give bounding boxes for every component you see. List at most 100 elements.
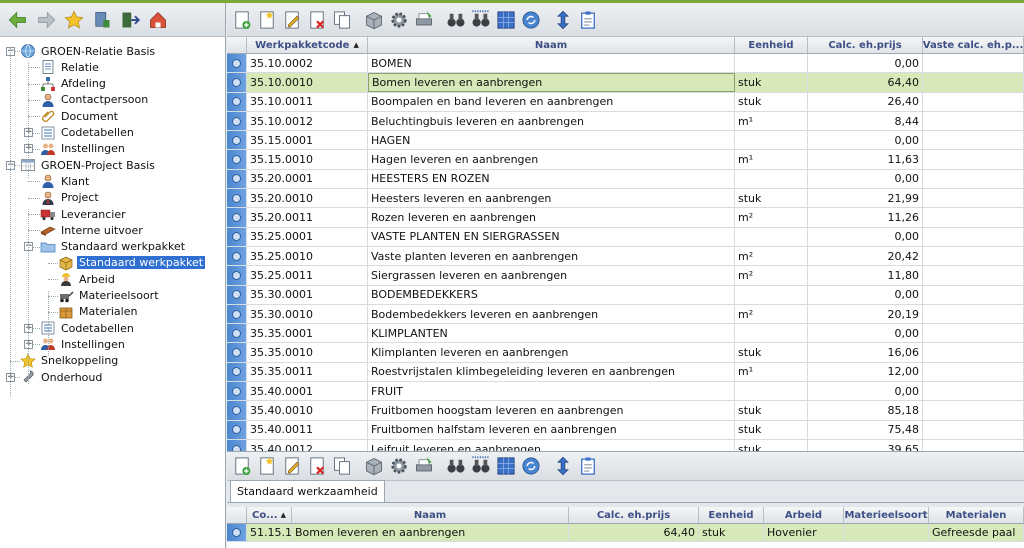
print-icon[interactable] <box>412 454 436 478</box>
table-row[interactable]: 35.35.0011 Roestvrijstalen klimbegeleidin… <box>227 362 1024 383</box>
favorite-star-icon[interactable] <box>62 8 86 32</box>
row-indicator-icon[interactable] <box>227 150 247 169</box>
table-row[interactable]: 35.20.0011 Rozen leveren en aanbrengen m² 1… <box>227 208 1024 228</box>
column-header[interactable]: Eenheid <box>735 37 808 53</box>
grid-icon[interactable] <box>494 8 518 32</box>
cube-icon[interactable] <box>362 8 386 32</box>
table-row[interactable]: 35.40.0011 Fruitbomen halfstam leveren en… <box>227 420 1024 440</box>
new-icon[interactable] <box>230 454 254 478</box>
tree-item[interactable]: Standaard werkpakket <box>58 255 206 271</box>
copy-icon[interactable] <box>330 8 354 32</box>
table-row[interactable]: 35.10.0011 Boompalen en band leveren en a… <box>227 92 1024 112</box>
print-icon[interactable] <box>412 8 436 32</box>
row-indicator-icon[interactable] <box>227 131 247 150</box>
sort-icon[interactable] <box>551 454 575 478</box>
row-indicator-icon[interactable] <box>227 420 247 439</box>
exit-icon[interactable] <box>118 8 142 32</box>
table-row[interactable]: 35.30.0001 BODEMBEDEKKERS 0,00 <box>227 285 1024 305</box>
grid-icon[interactable] <box>494 454 518 478</box>
column-header[interactable]: Arbeid <box>764 507 844 523</box>
table-row[interactable]: 35.10.0010 Bomen leveren en aanbrengen stu… <box>227 73 1024 93</box>
row-indicator-icon[interactable] <box>227 227 247 246</box>
row-indicator-icon[interactable] <box>227 73 247 92</box>
back-arrow-icon[interactable] <box>6 8 30 32</box>
column-header[interactable]: Werkpakketcode ▲ <box>247 37 368 53</box>
table-row[interactable]: 35.15.0001 HAGEN 0,00 <box>227 131 1024 151</box>
refresh-icon[interactable] <box>519 8 543 32</box>
tree-item[interactable]: GROEN-Project Basis <box>20 157 157 173</box>
tree-item[interactable]: Klant <box>40 173 91 189</box>
row-indicator-icon[interactable] <box>227 285 247 304</box>
row-indicator-icon[interactable] <box>227 189 247 208</box>
tree-item[interactable]: Snelkoppeling <box>20 352 120 369</box>
tree-item[interactable]: Instellingen <box>40 336 127 352</box>
tree-item[interactable]: Codetabellen <box>40 125 136 141</box>
tree-item[interactable]: Leverancier <box>40 206 128 222</box>
report-icon[interactable] <box>90 8 114 32</box>
column-header[interactable]: Eenheid <box>699 507 764 523</box>
table-row[interactable]: 35.20.0001 HEESTERS EN ROZEN 0,00 <box>227 169 1024 190</box>
row-indicator-icon[interactable] <box>227 382 247 401</box>
tree-item[interactable]: Standaard werkpakket <box>40 239 187 255</box>
tree-item[interactable]: GROEN-Relatie Basis <box>20 43 157 59</box>
copy-icon[interactable] <box>330 454 354 478</box>
table-row[interactable]: 35.35.0001 KLIMPLANTEN 0,00 <box>227 324 1024 344</box>
column-header[interactable]: Calc. eh.prijs <box>569 507 699 523</box>
table-row[interactable]: 35.15.0010 Hagen leveren en aanbrengen m¹ 1… <box>227 150 1024 170</box>
column-header[interactable]: Vaste calc. eh.p... <box>923 37 1024 53</box>
tree-item[interactable]: Codetabellen <box>40 320 136 336</box>
row-indicator-icon[interactable] <box>227 111 247 131</box>
cube-icon[interactable] <box>362 454 386 478</box>
binoculars-icon[interactable] <box>444 8 468 32</box>
table-row[interactable]: 35.40.0012 Leifruit leveren en aanbrengen… <box>227 439 1024 451</box>
gear-icon[interactable] <box>387 454 411 478</box>
table-row[interactable]: 35.10.0002 BOMEN 0,00 <box>227 54 1024 74</box>
row-indicator-icon[interactable] <box>227 362 247 382</box>
new-icon[interactable] <box>230 8 254 32</box>
tab-standaard-werkzaamheid[interactable]: Standaard werkzaamheid <box>230 480 385 502</box>
table-row[interactable]: 35.25.0010 Vaste planten leveren en aanbr… <box>227 246 1024 267</box>
table-row[interactable]: 35.25.0011 Siergrassen leveren en aanbren… <box>227 266 1024 286</box>
binoculars-icon[interactable] <box>444 454 468 478</box>
tree-item[interactable]: Materieelsoort <box>58 288 161 304</box>
refresh-icon[interactable] <box>519 454 543 478</box>
row-indicator-icon[interactable] <box>227 304 247 324</box>
row-indicator-icon[interactable] <box>227 169 247 189</box>
tree-item[interactable]: Materialen <box>58 304 139 320</box>
table-row[interactable]: 35.40.0001 FRUIT 0,00 <box>227 382 1024 402</box>
tree-item[interactable]: Document <box>40 108 120 124</box>
table-row[interactable]: 35.40.0010 Fruitbomen hoogstam leveren en… <box>227 401 1024 421</box>
row-indicator-icon[interactable] <box>227 246 247 266</box>
home-icon[interactable] <box>146 8 170 32</box>
sort-icon[interactable] <box>551 8 575 32</box>
column-header[interactable]: Calc. eh.prijs <box>808 37 923 53</box>
edit-icon[interactable] <box>280 8 304 32</box>
new-copy-icon[interactable] <box>255 454 279 478</box>
column-header[interactable]: Materialen <box>929 507 1024 523</box>
tree-item[interactable]: Onderhoud <box>20 369 104 385</box>
tree-item[interactable]: Interne uitvoer <box>40 222 145 238</box>
tree-item[interactable]: Instellingen <box>40 141 127 157</box>
tree-item[interactable]: Relatie <box>40 59 101 75</box>
row-indicator-icon[interactable] <box>227 439 247 451</box>
edit-icon[interactable] <box>280 454 304 478</box>
clipboard-icon[interactable] <box>576 454 600 478</box>
binoculars-filter-icon[interactable] <box>469 454 493 478</box>
table-row[interactable]: 35.10.0012 Beluchtingbuis leveren en aanb… <box>227 111 1024 132</box>
tree-item[interactable]: Arbeid <box>58 271 117 287</box>
row-indicator-icon[interactable] <box>227 401 247 420</box>
delete-icon[interactable] <box>305 8 329 32</box>
row-indicator-icon[interactable] <box>227 54 247 73</box>
column-header[interactable]: Materieelsoort <box>844 507 929 523</box>
gear-icon[interactable] <box>387 8 411 32</box>
tree-item[interactable]: Project <box>40 190 101 206</box>
table-row[interactable]: 35.35.0010 Klimplanten leveren en aanbren… <box>227 343 1024 363</box>
row-indicator-icon[interactable] <box>227 266 247 285</box>
row-indicator-icon[interactable] <box>227 324 247 343</box>
clipboard-icon[interactable] <box>576 8 600 32</box>
row-indicator-icon[interactable] <box>227 524 247 541</box>
tree-item[interactable]: Afdeling <box>40 76 108 92</box>
column-header[interactable]: Naam <box>368 37 735 53</box>
table-row[interactable]: 35.25.0001 VASTE PLANTEN EN SIERGRASSEN 0,… <box>227 227 1024 247</box>
table-row[interactable]: 35.20.0010 Heesters leveren en aanbrengen… <box>227 189 1024 209</box>
